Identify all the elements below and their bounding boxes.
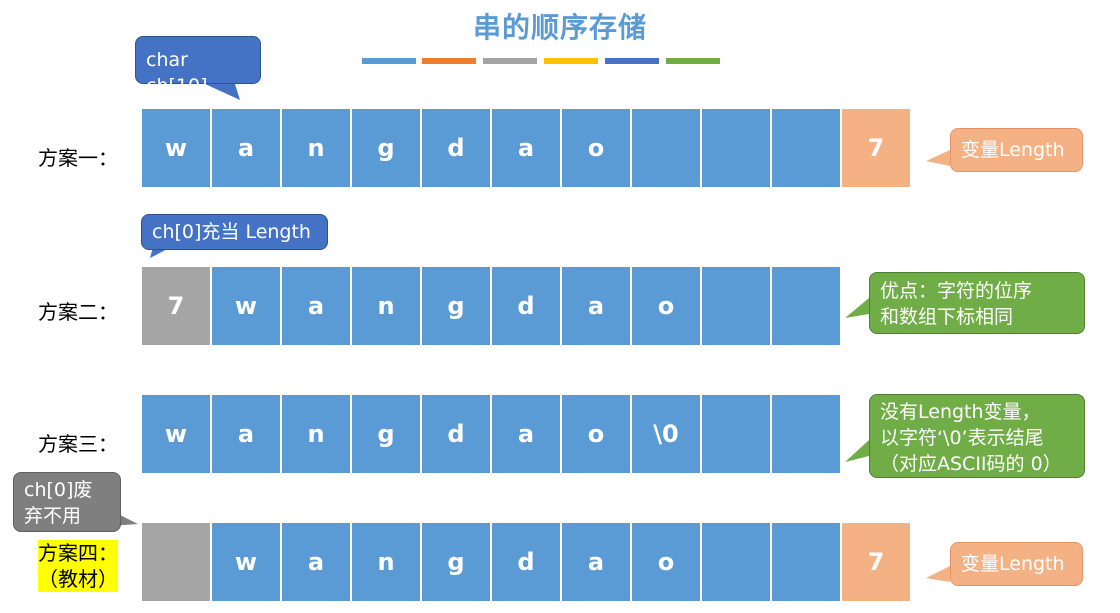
callout-char-array: char ch[10]: [135, 36, 261, 97]
callout-ch0-unused: ch[0]废 弃不用: [13, 472, 121, 532]
callout-char-array-text: char ch[10]: [146, 49, 208, 97]
array-cell: [701, 108, 771, 188]
length-cell: 7: [841, 522, 911, 602]
array-cell: a: [491, 394, 561, 474]
callout-length-var-1-text: 变量Length: [961, 139, 1065, 161]
scheme1-label: 方案一：: [38, 146, 118, 170]
array-cell: w: [211, 522, 281, 602]
array-cell: o: [561, 108, 631, 188]
array-cell: d: [421, 108, 491, 188]
callout-ch0-unused-line1: ch[0]废: [24, 479, 93, 501]
scheme4-label-line1: 方案四：: [38, 540, 118, 566]
decor-stripe-6: [666, 58, 720, 64]
array-cell: w: [141, 394, 211, 474]
array-cell: n: [281, 394, 351, 474]
array-cell: n: [281, 108, 351, 188]
scheme2-array: 7 w a n g d a o: [141, 266, 841, 346]
array-cell: [631, 108, 701, 188]
array-cell: n: [351, 522, 421, 602]
decor-stripe-1: [362, 58, 416, 64]
scheme4-array: w a n g d a o 7: [141, 522, 911, 602]
decor-stripe-4: [544, 58, 598, 64]
length-cell: 7: [141, 266, 211, 346]
array-cell: g: [351, 394, 421, 474]
scheme4-label: 方案四： （教材）: [38, 540, 118, 592]
array-cell: a: [491, 108, 561, 188]
array-cell: a: [211, 394, 281, 474]
callout-null-line2: 以字符‘\0’表示结尾: [880, 427, 1044, 449]
array-cell: d: [491, 522, 561, 602]
array-cell: w: [141, 108, 211, 188]
array-cell: [771, 394, 841, 474]
array-cell: o: [561, 394, 631, 474]
scheme3-array: w a n g d a o \0: [141, 394, 841, 474]
array-cell: [771, 266, 841, 346]
callout-null-line1: 没有Length变量，: [880, 401, 1041, 423]
array-cell: [701, 266, 771, 346]
callout-null-terminator: 没有Length变量， 以字符‘\0’表示结尾 （对应ASCII码的 0）: [869, 394, 1085, 478]
array-cell: a: [561, 266, 631, 346]
callout-ch0-unused-line2: 弃不用: [24, 505, 82, 527]
decor-stripe-2: [422, 58, 476, 64]
array-cell: a: [281, 522, 351, 602]
callout-ch0-length: ch[0]充当 Length: [141, 214, 328, 250]
length-cell: 7: [841, 108, 911, 188]
array-cell: [771, 108, 841, 188]
array-cell: d: [491, 266, 561, 346]
callout-null-line3: （对应ASCII码的 0）: [880, 453, 1062, 475]
callout-length-var-1: 变量Length: [950, 128, 1083, 172]
array-cell: [701, 394, 771, 474]
null-terminator-cell: \0: [631, 394, 701, 474]
array-cell: o: [631, 266, 701, 346]
scheme4-label-line2: （教材）: [38, 566, 118, 592]
unused-cell: [141, 522, 211, 602]
callout-ch0-length-text: ch[0]充当 Length: [152, 221, 311, 243]
array-cell: a: [211, 108, 281, 188]
callout-advantage: 优点：字符的位序 和数组下标相同: [869, 272, 1085, 334]
decor-stripe-5: [605, 58, 659, 64]
callout-advantage-line1: 优点：字符的位序: [880, 280, 1033, 302]
array-cell: d: [421, 394, 491, 474]
array-cell: a: [561, 522, 631, 602]
scheme3-label: 方案三：: [38, 432, 118, 456]
array-cell: g: [421, 522, 491, 602]
callout-length-var-4: 变量Length: [950, 542, 1083, 586]
array-cell: o: [631, 522, 701, 602]
array-cell: g: [351, 108, 421, 188]
scheme1-array: w a n g d a o 7: [141, 108, 911, 188]
array-cell: g: [421, 266, 491, 346]
callout-length-var-4-text: 变量Length: [961, 553, 1065, 575]
array-cell: a: [281, 266, 351, 346]
decor-stripe-3: [483, 58, 537, 64]
scheme2-label: 方案二：: [38, 300, 118, 324]
array-cell: w: [211, 266, 281, 346]
array-cell: [701, 522, 771, 602]
array-cell: [771, 522, 841, 602]
callout-advantage-line2: 和数组下标相同: [880, 306, 1014, 328]
array-cell: n: [351, 266, 421, 346]
